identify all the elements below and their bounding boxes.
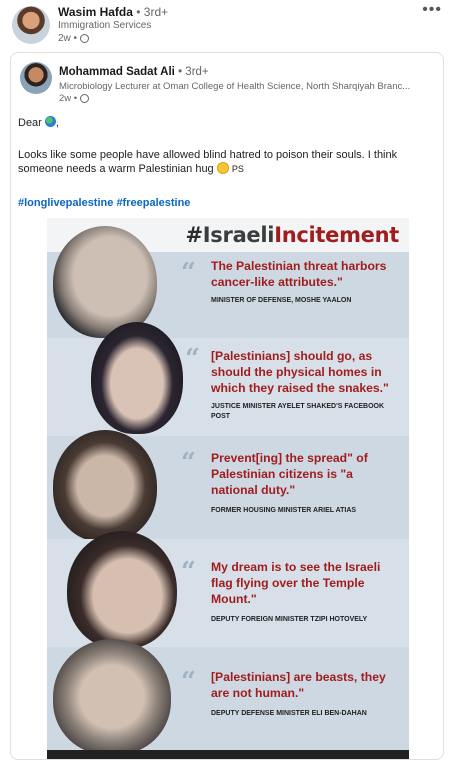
post-text-body: Looks like some people have allowed blin… xyxy=(18,148,438,176)
avatar[interactable] xyxy=(20,62,52,94)
title-israeli: Israeli xyxy=(202,223,275,247)
quote-mark-icon: “ xyxy=(185,344,200,374)
portrait-image xyxy=(67,531,177,649)
quote-panel: “ My dream is to see the Israeli flag fl… xyxy=(47,531,409,649)
quote-mark-icon: “ xyxy=(181,448,196,478)
avatar[interactable] xyxy=(12,6,50,44)
hashtags: #longlivepalestine #freepalestine xyxy=(18,196,438,210)
quote-attribution: Minister of Defense, Moshe Yaalon xyxy=(211,297,352,304)
greeting-text: Dear xyxy=(18,117,42,129)
portrait-image xyxy=(53,226,157,338)
quote-attribution: Former Housing Minister Ariel Atias xyxy=(211,507,357,514)
quote-text: The Palestinian threat harbors cancer-li… xyxy=(211,259,387,289)
earth-emoji-icon xyxy=(44,116,56,127)
quote-panel: “ Prevent[ing] the spread" of Palestinia… xyxy=(47,430,409,542)
post-timestamp: 2w • xyxy=(58,33,90,44)
title-hash: # xyxy=(185,223,204,247)
post-author-name[interactable]: Wasim Hafda xyxy=(58,5,133,19)
quote-mark-icon: “ xyxy=(181,557,196,587)
reshare-author[interactable]: Mohammad Sadat Ali • 3rd+ xyxy=(59,66,209,78)
hashtag-link[interactable]: #freepalestine xyxy=(116,197,190,209)
portrait-image xyxy=(91,322,183,434)
greeting-end: , xyxy=(55,117,59,129)
reshare-author-name[interactable]: Mohammad Sadat Ali xyxy=(59,66,175,78)
reshared-post: Mohammad Sadat Ali • 3rd+ Microbiology L… xyxy=(10,52,444,760)
more-horizontal-icon[interactable]: ••• xyxy=(422,1,442,19)
hug-emoji-icon xyxy=(216,162,229,174)
quote-panel: “ [Palestinians] are beasts, they are no… xyxy=(47,639,409,755)
graphic-title: #IsraeliIncitement xyxy=(186,223,400,247)
globe-icon xyxy=(80,34,90,43)
quote-mark-icon: “ xyxy=(181,667,196,697)
quote-attribution: Deputy Defense Minister Eli Ben-Dahan xyxy=(211,710,367,717)
quote-text: [Palestinians] are beasts, they are not … xyxy=(211,670,386,700)
post-text-greeting: Dear , xyxy=(18,116,438,130)
quote-panel: “ [Palestinians] should go, as should th… xyxy=(47,322,409,436)
title-incitement: Incitement xyxy=(274,223,399,247)
connection-degree: • 3rd+ xyxy=(178,66,209,78)
hashtag-link[interactable]: #longlivepalestine xyxy=(18,197,113,209)
post-author-headline: Immigration Services xyxy=(58,20,152,31)
post-footer xyxy=(0,768,454,779)
quote-text: Prevent[ing] the spread" of Palestinian … xyxy=(211,451,368,497)
portrait-image xyxy=(53,430,157,542)
connection-degree: • 3rd+ xyxy=(136,5,169,19)
post-image[interactable]: #IsraeliIncitement “ The Palestinian thr… xyxy=(47,218,409,759)
quote-attribution: Deputy Foreign Minister Tzipi Hotovely xyxy=(211,616,368,623)
reshare-author-headline: Microbiology Lecturer at Oman College of… xyxy=(59,81,411,92)
quote-panel: “ The Palestinian threat harbors cancer-… xyxy=(47,226,409,338)
reshare-timestamp: 2w • xyxy=(59,93,90,104)
body-end: PS xyxy=(231,164,244,174)
post-time-text: 2w • xyxy=(58,33,78,44)
quote-attribution: Justice Minister Ayelet Shaked's Faceboo… xyxy=(211,403,385,420)
globe-icon xyxy=(80,94,90,103)
post-author[interactable]: Wasim Hafda • 3rd+ xyxy=(58,5,168,19)
quote-mark-icon: “ xyxy=(181,258,196,288)
quote-text: My dream is to see the Israeli flag flyi… xyxy=(211,560,381,606)
feed-post: Wasim Hafda • 3rd+ Immigration Services … xyxy=(0,0,454,779)
quote-text: [Palestinians] should go, as should the … xyxy=(211,349,389,395)
portrait-image xyxy=(53,639,171,755)
body-text: Looks like some people have allowed blin… xyxy=(18,149,398,175)
graphic-bottom-bar xyxy=(47,750,409,759)
reshare-time-text: 2w • xyxy=(59,93,78,104)
